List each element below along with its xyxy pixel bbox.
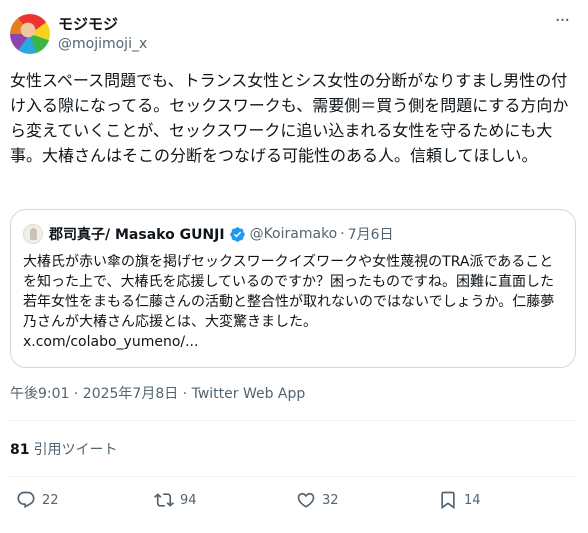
quoted-post-card[interactable]: 郡司真子/ Masako GUNJI @Koiramako · 7月6日 大椿氏… (10, 209, 576, 368)
heart-icon (297, 492, 315, 508)
bookmark-button[interactable]: 14 (438, 488, 481, 512)
divider (10, 476, 576, 477)
more-dots-icon[interactable]: ··· (550, 12, 574, 34)
reply-icon (17, 491, 35, 509)
quotes-label: 引用ツイート (33, 442, 118, 458)
quotes-count: 81 (10, 442, 30, 458)
quoted-post-link[interactable]: x.com/colabo_yumeno/... (23, 334, 198, 350)
author-names: モジモジ @mojimoji_x (58, 14, 147, 54)
quoted-post-header: 郡司真子/ Masako GUNJI @Koiramako · 7月6日 (23, 222, 563, 246)
retweet-count: 94 (180, 492, 197, 508)
retweet-button[interactable]: 94 (154, 488, 197, 512)
post-text: 女性スペース問題でも、トランス女性とシス女性の分断がなりすまし男性の付け入る隙に… (10, 71, 569, 165)
avatar[interactable] (10, 14, 50, 54)
quoted-separator: · (340, 226, 345, 242)
quoted-date: 7月6日 (347, 227, 394, 243)
like-count: 32 (322, 492, 339, 508)
like-button[interactable]: 32 (296, 488, 339, 512)
divider (10, 420, 576, 421)
quotes-stat[interactable]: 81 引用ツイート (10, 440, 117, 460)
author-handle[interactable]: @mojimoji_x (58, 34, 147, 54)
quoted-post-body: 大椿氏が赤い傘の旗を掲げセックスワークイズワークや女性蔑視のTRA派であることを… (23, 254, 555, 330)
bookmark-count: 14 (464, 492, 481, 508)
retweet-icon (154, 493, 174, 507)
quoted-post-text: 大椿氏が赤い傘の旗を掲げセックスワークイズワークや女性蔑視のTRA派であることを… (23, 252, 563, 352)
author-display-name[interactable]: モジモジ (58, 14, 147, 34)
reply-count: 22 (42, 492, 59, 508)
post-header: モジモジ @mojimoji_x ··· (10, 12, 578, 56)
quoted-author-name: 郡司真子/ Masako GUNJI (49, 227, 225, 243)
quoted-author-avatar (23, 224, 43, 244)
verified-badge-icon (229, 226, 245, 242)
bookmark-icon (441, 491, 455, 510)
action-bar: 22 94 32 14 (10, 488, 576, 512)
post-meta[interactable]: 午後9:01 · 2025年7月8日 · Twitter Web App (10, 384, 305, 404)
reply-button[interactable]: 22 (16, 488, 59, 512)
quoted-author-handle: @Koiramako (249, 226, 338, 242)
